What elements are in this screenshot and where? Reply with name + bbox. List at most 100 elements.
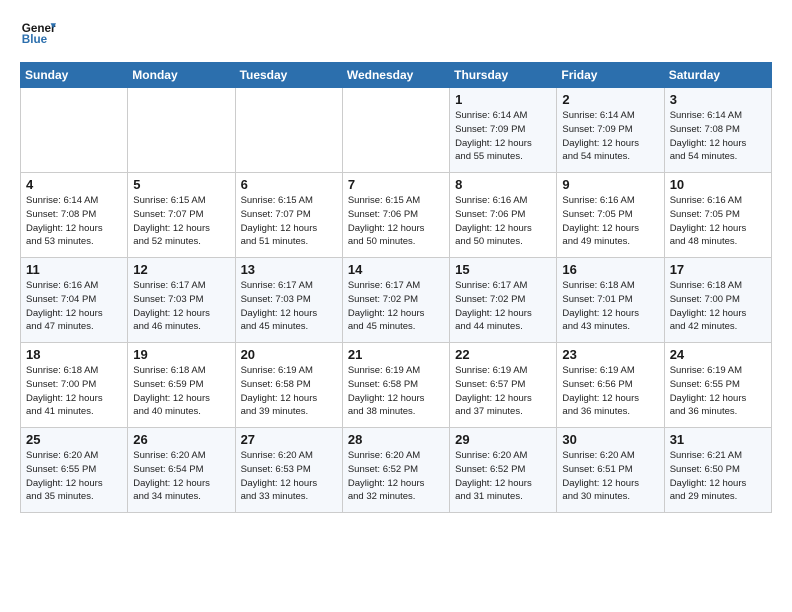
day-info: Sunrise: 6:18 AM Sunset: 7:00 PM Dayligh… — [670, 279, 766, 334]
day-number: 24 — [670, 347, 766, 362]
day-info: Sunrise: 6:16 AM Sunset: 7:04 PM Dayligh… — [26, 279, 122, 334]
calendar-cell: 6 Sunrise: 6:15 AM Sunset: 7:07 PM Daylig… — [235, 173, 342, 258]
day-number: 11 — [26, 262, 122, 277]
day-number: 25 — [26, 432, 122, 447]
logo: General Blue — [20, 16, 56, 52]
day-number: 3 — [670, 92, 766, 107]
day-info: Sunrise: 6:14 AM Sunset: 7:08 PM Dayligh… — [26, 194, 122, 249]
day-header-thursday: Thursday — [450, 63, 557, 88]
header: General Blue — [20, 16, 772, 52]
calendar-cell: 11 Sunrise: 6:16 AM Sunset: 7:04 PM Dayli… — [21, 258, 128, 343]
day-header-tuesday: Tuesday — [235, 63, 342, 88]
day-info: Sunrise: 6:18 AM Sunset: 7:01 PM Dayligh… — [562, 279, 658, 334]
calendar-cell: 31Sunrise: 6:21 AM Sunset: 6:50 PM Dayli… — [664, 428, 771, 513]
day-number: 23 — [562, 347, 658, 362]
calendar-page: General Blue SundayMondayTuesdayWednesda… — [0, 0, 792, 529]
week-row-4: 18 Sunrise: 6:18 AM Sunset: 7:00 PM Dayli… — [21, 343, 772, 428]
calendar-cell: 15Sunrise: 6:17 AM Sunset: 7:02 PM Dayli… — [450, 258, 557, 343]
day-info: Sunrise: 6:16 AM Sunset: 7:05 PM Dayligh… — [670, 194, 766, 249]
day-header-wednesday: Wednesday — [342, 63, 449, 88]
days-header-row: SundayMondayTuesdayWednesdayThursdayFrid… — [21, 63, 772, 88]
calendar-cell: 21 Sunrise: 6:19 AM Sunset: 6:58 PM Dayli… — [342, 343, 449, 428]
day-info: Sunrise: 6:19 AM Sunset: 6:58 PM Dayligh… — [348, 364, 444, 419]
day-info: Sunrise: 6:18 AM Sunset: 6:59 PM Dayligh… — [133, 364, 229, 419]
day-header-saturday: Saturday — [664, 63, 771, 88]
week-row-5: 25Sunrise: 6:20 AM Sunset: 6:55 PM Dayli… — [21, 428, 772, 513]
day-number: 27 — [241, 432, 337, 447]
calendar-cell: 25Sunrise: 6:20 AM Sunset: 6:55 PM Dayli… — [21, 428, 128, 513]
calendar-cell: 20 Sunrise: 6:19 AM Sunset: 6:58 PM Dayli… — [235, 343, 342, 428]
day-info: Sunrise: 6:15 AM Sunset: 7:06 PM Dayligh… — [348, 194, 444, 249]
calendar-cell: 4 Sunrise: 6:14 AM Sunset: 7:08 PM Daylig… — [21, 173, 128, 258]
svg-text:Blue: Blue — [22, 33, 48, 46]
logo-icon: General Blue — [20, 16, 56, 52]
day-number: 18 — [26, 347, 122, 362]
calendar-cell: 13Sunrise: 6:17 AM Sunset: 7:03 PM Dayli… — [235, 258, 342, 343]
day-number: 20 — [241, 347, 337, 362]
day-info: Sunrise: 6:17 AM Sunset: 7:02 PM Dayligh… — [455, 279, 551, 334]
day-number: 31 — [670, 432, 766, 447]
calendar-cell: 9 Sunrise: 6:16 AM Sunset: 7:05 PM Daylig… — [557, 173, 664, 258]
calendar-table: SundayMondayTuesdayWednesdayThursdayFrid… — [20, 62, 772, 513]
day-number: 2 — [562, 92, 658, 107]
calendar-cell: 7 Sunrise: 6:15 AM Sunset: 7:06 PM Daylig… — [342, 173, 449, 258]
calendar-cell: 3Sunrise: 6:14 AM Sunset: 7:08 PM Daylig… — [664, 88, 771, 173]
calendar-cell — [342, 88, 449, 173]
day-number: 6 — [241, 177, 337, 192]
day-number: 12 — [133, 262, 229, 277]
day-info: Sunrise: 6:20 AM Sunset: 6:54 PM Dayligh… — [133, 449, 229, 504]
day-header-friday: Friday — [557, 63, 664, 88]
calendar-cell: 12 Sunrise: 6:17 AM Sunset: 7:03 PM Dayli… — [128, 258, 235, 343]
day-number: 7 — [348, 177, 444, 192]
calendar-cell — [128, 88, 235, 173]
day-header-monday: Monday — [128, 63, 235, 88]
calendar-cell: 1 Sunrise: 6:14 AM Sunset: 7:09 PM Daylig… — [450, 88, 557, 173]
day-number: 30 — [562, 432, 658, 447]
day-info: Sunrise: 6:16 AM Sunset: 7:06 PM Dayligh… — [455, 194, 551, 249]
day-number: 16 — [562, 262, 658, 277]
calendar-cell: 22Sunrise: 6:19 AM Sunset: 6:57 PM Dayli… — [450, 343, 557, 428]
day-number: 5 — [133, 177, 229, 192]
calendar-cell: 26 Sunrise: 6:20 AM Sunset: 6:54 PM Dayli… — [128, 428, 235, 513]
calendar-cell: 2Sunrise: 6:14 AM Sunset: 7:09 PM Daylig… — [557, 88, 664, 173]
day-info: Sunrise: 6:15 AM Sunset: 7:07 PM Dayligh… — [241, 194, 337, 249]
day-number: 14 — [348, 262, 444, 277]
day-number: 1 — [455, 92, 551, 107]
day-number: 19 — [133, 347, 229, 362]
day-number: 22 — [455, 347, 551, 362]
day-number: 13 — [241, 262, 337, 277]
day-info: Sunrise: 6:19 AM Sunset: 6:55 PM Dayligh… — [670, 364, 766, 419]
calendar-cell: 18 Sunrise: 6:18 AM Sunset: 7:00 PM Dayli… — [21, 343, 128, 428]
calendar-cell — [235, 88, 342, 173]
day-number: 9 — [562, 177, 658, 192]
day-info: Sunrise: 6:20 AM Sunset: 6:53 PM Dayligh… — [241, 449, 337, 504]
calendar-cell: 23Sunrise: 6:19 AM Sunset: 6:56 PM Dayli… — [557, 343, 664, 428]
calendar-cell: 19 Sunrise: 6:18 AM Sunset: 6:59 PM Dayli… — [128, 343, 235, 428]
day-info: Sunrise: 6:19 AM Sunset: 6:58 PM Dayligh… — [241, 364, 337, 419]
day-number: 21 — [348, 347, 444, 362]
calendar-cell: 27 Sunrise: 6:20 AM Sunset: 6:53 PM Dayli… — [235, 428, 342, 513]
day-info: Sunrise: 6:16 AM Sunset: 7:05 PM Dayligh… — [562, 194, 658, 249]
week-row-3: 11 Sunrise: 6:16 AM Sunset: 7:04 PM Dayli… — [21, 258, 772, 343]
calendar-cell: 10Sunrise: 6:16 AM Sunset: 7:05 PM Dayli… — [664, 173, 771, 258]
calendar-cell: 17Sunrise: 6:18 AM Sunset: 7:00 PM Dayli… — [664, 258, 771, 343]
day-number: 26 — [133, 432, 229, 447]
day-info: Sunrise: 6:17 AM Sunset: 7:02 PM Dayligh… — [348, 279, 444, 334]
day-info: Sunrise: 6:14 AM Sunset: 7:09 PM Dayligh… — [455, 109, 551, 164]
day-number: 4 — [26, 177, 122, 192]
calendar-cell: 30 Sunrise: 6:20 AM Sunset: 6:51 PM Dayli… — [557, 428, 664, 513]
day-info: Sunrise: 6:17 AM Sunset: 7:03 PM Dayligh… — [133, 279, 229, 334]
calendar-cell: 14 Sunrise: 6:17 AM Sunset: 7:02 PM Dayli… — [342, 258, 449, 343]
calendar-cell: 16 Sunrise: 6:18 AM Sunset: 7:01 PM Dayli… — [557, 258, 664, 343]
calendar-cell: 29 Sunrise: 6:20 AM Sunset: 6:52 PM Dayli… — [450, 428, 557, 513]
day-info: Sunrise: 6:20 AM Sunset: 6:51 PM Dayligh… — [562, 449, 658, 504]
calendar-cell: 28Sunrise: 6:20 AM Sunset: 6:52 PM Dayli… — [342, 428, 449, 513]
day-number: 28 — [348, 432, 444, 447]
day-info: Sunrise: 6:18 AM Sunset: 7:00 PM Dayligh… — [26, 364, 122, 419]
day-info: Sunrise: 6:15 AM Sunset: 7:07 PM Dayligh… — [133, 194, 229, 249]
day-number: 29 — [455, 432, 551, 447]
calendar-cell: 24 Sunrise: 6:19 AM Sunset: 6:55 PM Dayli… — [664, 343, 771, 428]
day-number: 8 — [455, 177, 551, 192]
week-row-1: 1 Sunrise: 6:14 AM Sunset: 7:09 PM Daylig… — [21, 88, 772, 173]
day-info: Sunrise: 6:20 AM Sunset: 6:52 PM Dayligh… — [455, 449, 551, 504]
